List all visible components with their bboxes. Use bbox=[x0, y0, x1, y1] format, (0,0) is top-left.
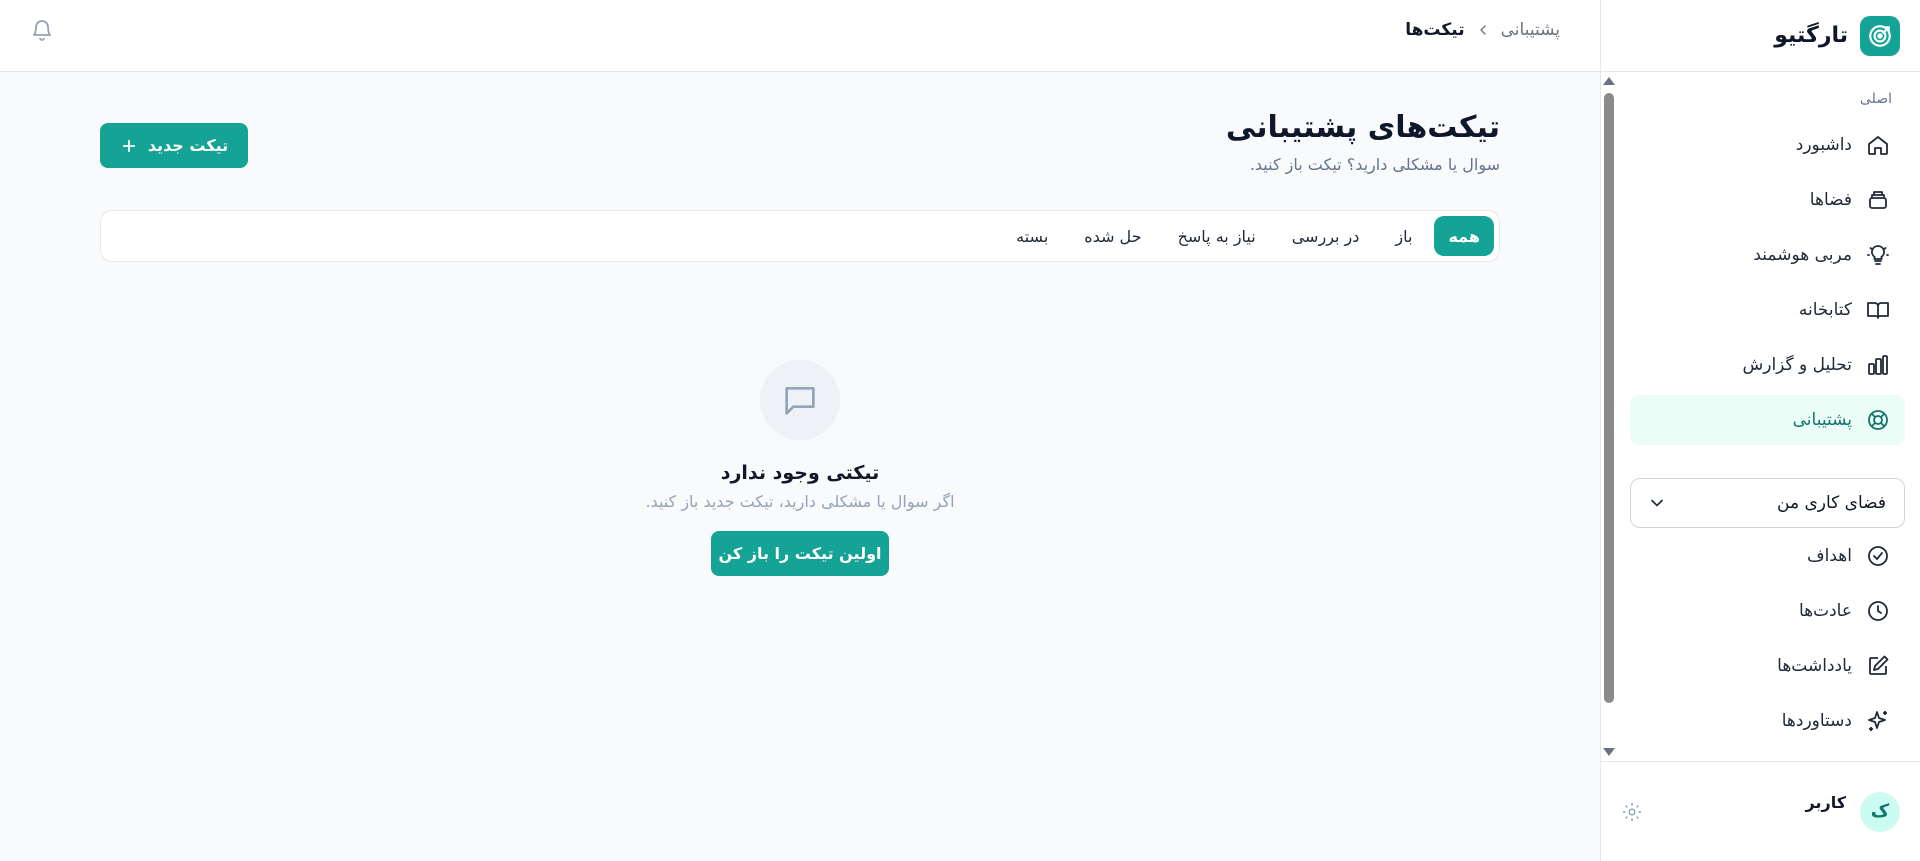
brand-name[interactable]: تارگتیو bbox=[1774, 23, 1848, 48]
scroll-thumb[interactable] bbox=[1604, 93, 1614, 703]
main-content: تیکت‌های پشتیبانی سوال یا مشکلی دارید؟ ت… bbox=[0, 73, 1600, 861]
sidebar-item-label: فضاها bbox=[1809, 190, 1852, 210]
bar-chart-icon bbox=[1868, 355, 1888, 375]
tab-needs-reply[interactable]: نیاز به پاسخ bbox=[1164, 216, 1270, 256]
chevron-left-icon bbox=[1479, 25, 1486, 35]
sidebar-item-analytics[interactable]: تحلیل و گزارش bbox=[1630, 340, 1905, 390]
sidebar-item-label: پشتیبانی bbox=[1792, 410, 1852, 430]
edit-icon bbox=[1869, 655, 1889, 675]
sidebar-item-label: عادت‌ها bbox=[1798, 601, 1852, 621]
sidebar-footer: ک کاربر bbox=[1601, 761, 1920, 861]
page-title: تیکت‌های پشتیبانی bbox=[1225, 110, 1500, 145]
topbar: پشتیبانی تیکت‌ها bbox=[0, 0, 1600, 72]
book-icon bbox=[1867, 302, 1889, 319]
new-ticket-label: تیکت جدید bbox=[147, 136, 229, 155]
user-name[interactable]: کاربر bbox=[1806, 793, 1846, 812]
lifebuoy-icon bbox=[1868, 410, 1888, 430]
breadcrumb: پشتیبانی تیکت‌ها bbox=[1405, 0, 1560, 60]
message-square-icon bbox=[785, 387, 815, 415]
sidebar-item-smart-coach[interactable]: مربی هوشمند bbox=[1630, 230, 1905, 280]
open-first-ticket-button[interactable]: اولین تیکت را باز کن bbox=[711, 531, 889, 576]
sidebar-item-spaces[interactable]: فضاها bbox=[1630, 175, 1905, 225]
sidebar-item-achievements[interactable]: دستاوردها bbox=[1630, 696, 1905, 746]
sidebar-nav: اصلی داشبورد فضاها مربی هوشمند کتابخانه … bbox=[1601, 73, 1920, 760]
sidebar-item-support[interactable]: پشتیبانی bbox=[1630, 395, 1905, 445]
workspace-select[interactable]: فضای کاری من bbox=[1630, 478, 1905, 528]
breadcrumb-parent-link[interactable]: پشتیبانی bbox=[1501, 20, 1560, 40]
scroll-up-arrow-icon[interactable] bbox=[1603, 77, 1615, 85]
chevron-down-icon bbox=[1651, 499, 1663, 507]
sidebar-item-label: اهداف bbox=[1807, 546, 1852, 566]
scroll-down-arrow-icon[interactable] bbox=[1603, 748, 1615, 756]
section-label-main: اصلی bbox=[1859, 91, 1892, 107]
empty-state-title: تیکتی وجود ندارد bbox=[720, 462, 880, 484]
sidebar-header: تارگتیو bbox=[1601, 0, 1920, 72]
bell-icon[interactable] bbox=[30, 18, 54, 42]
sidebar-item-dashboard[interactable]: داشبورد bbox=[1630, 120, 1905, 170]
tab-in-review[interactable]: در بررسی bbox=[1278, 216, 1374, 256]
check-circle-icon bbox=[1868, 546, 1888, 566]
empty-state: تیکتی وجود ندارد اگر سوال یا مشکلی دارید… bbox=[100, 360, 1500, 576]
sidebar: تارگتیو اصلی داشبورد فضاها مربی هوشمند ک… bbox=[1600, 0, 1920, 861]
sidebar-item-notes[interactable]: یادداشت‌ها bbox=[1630, 641, 1905, 691]
sidebar-scrollbar[interactable] bbox=[1601, 73, 1615, 760]
sidebar-item-label: دستاوردها bbox=[1781, 711, 1852, 731]
new-ticket-button[interactable]: تیکت جدید bbox=[100, 123, 248, 168]
sparkles-icon bbox=[1868, 711, 1887, 731]
empty-state-description: اگر سوال یا مشکلی دارید، تیکت جدید باز ک… bbox=[645, 492, 955, 511]
target-logo-icon[interactable] bbox=[1860, 15, 1900, 56]
ticket-filter-tabs: همه باز در بررسی نیاز به پاسخ حل شده بست… bbox=[100, 210, 1500, 262]
sidebar-item-habits[interactable]: عادت‌ها bbox=[1630, 586, 1905, 636]
lightbulb-icon bbox=[1867, 245, 1889, 265]
plus-icon bbox=[122, 139, 135, 152]
sidebar-item-label: کتابخانه bbox=[1798, 300, 1852, 320]
sidebar-item-label: تحلیل و گزارش bbox=[1742, 355, 1852, 375]
home-icon bbox=[1868, 136, 1888, 155]
page-subtitle: سوال یا مشکلی دارید؟ تیکت باز کنید. bbox=[1249, 155, 1500, 174]
tab-resolved[interactable]: حل شده bbox=[1070, 216, 1155, 256]
empty-state-icon-wrap bbox=[760, 360, 840, 440]
clock-icon bbox=[1868, 601, 1888, 621]
tab-all[interactable]: همه bbox=[1434, 216, 1494, 256]
avatar[interactable]: ک bbox=[1860, 791, 1900, 832]
sidebar-item-goals[interactable]: اهداف bbox=[1630, 531, 1905, 581]
sidebar-item-library[interactable]: کتابخانه bbox=[1630, 285, 1905, 335]
sidebar-item-label: داشبورد bbox=[1795, 135, 1852, 155]
breadcrumb-current: تیکت‌ها bbox=[1405, 20, 1465, 40]
gear-icon[interactable] bbox=[1621, 801, 1643, 823]
layers-icon bbox=[1869, 191, 1887, 209]
workspace-select-value: فضای کاری من bbox=[1777, 493, 1886, 513]
tab-open[interactable]: باز bbox=[1381, 216, 1426, 256]
tab-closed[interactable]: بسته bbox=[1002, 216, 1062, 256]
sidebar-item-label: یادداشت‌ها bbox=[1777, 656, 1852, 676]
sidebar-item-label: مربی هوشمند bbox=[1753, 245, 1852, 265]
